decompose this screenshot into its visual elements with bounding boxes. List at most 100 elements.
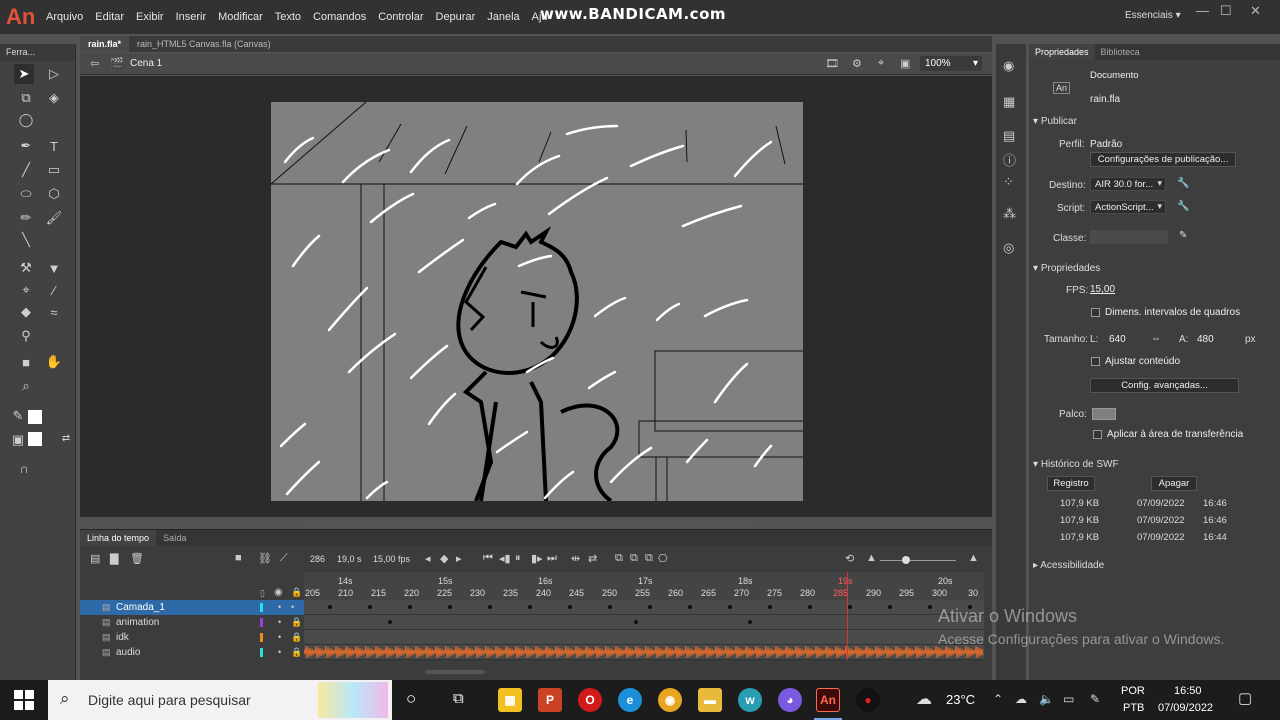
info-icon[interactable]: ⓘ: [1003, 150, 1016, 169]
chevron-up-icon[interactable]: ⌃: [993, 692, 1003, 706]
clear-button[interactable]: Apagar: [1151, 476, 1197, 491]
center-frame-icon[interactable]: ⇹: [571, 552, 580, 565]
rectangle-tool-icon[interactable]: ▭: [44, 160, 64, 180]
fps-value[interactable]: 15,00: [1090, 284, 1115, 295]
tab-rain-html5[interactable]: rain_HTML5 Canvas.fla (Canvas): [129, 36, 279, 52]
frame-row[interactable]: [304, 615, 984, 630]
oval-tool-icon[interactable]: ⬭: [16, 184, 36, 204]
keyframe[interactable]: [688, 605, 692, 609]
menu-janela[interactable]: Janela: [481, 0, 525, 34]
keyframe[interactable]: [488, 605, 492, 609]
clock-date[interactable]: 07/09/2022: [1158, 702, 1213, 714]
accessibility-section-title[interactable]: ▸ Acessibilidade: [1033, 560, 1104, 571]
keyframe[interactable]: [448, 605, 452, 609]
edit-multiple-icon[interactable]: ⧉: [645, 552, 653, 565]
publish-settings-button[interactable]: Configurações de publicação...: [1090, 152, 1236, 167]
zoom-out-icon[interactable]: ▲: [866, 552, 877, 564]
lasso-icon[interactable]: ◯: [16, 110, 36, 130]
keyframe[interactable]: [328, 605, 332, 609]
frame-grid[interactable]: [303, 600, 984, 660]
bandicam-record-icon[interactable]: ●: [856, 688, 880, 712]
maximize-icon[interactable]: ☐: [1220, 3, 1232, 19]
last-frame-icon[interactable]: ⏭: [547, 552, 557, 565]
zoom-select[interactable]: 100% ▾: [920, 56, 982, 71]
edit-symbol-icon[interactable]: ⚙: [852, 57, 862, 70]
pin-tool-icon[interactable]: ⚲: [16, 326, 36, 346]
stroke-color-swatch[interactable]: [28, 410, 42, 424]
powerpoint-icon[interactable]: P: [538, 688, 562, 712]
zoom-in-icon[interactable]: ▲: [968, 552, 979, 564]
cloud-sync-icon[interactable]: ☁: [1015, 692, 1027, 706]
layer-color[interactable]: [260, 603, 263, 612]
timeline-scrollbar[interactable]: [425, 670, 485, 674]
frame-row[interactable]: [304, 630, 984, 645]
tab-rain-fla[interactable]: rain.fla*: [80, 36, 130, 52]
stage-area[interactable]: [80, 76, 992, 517]
minimize-icon[interactable]: —: [1196, 3, 1209, 18]
fill-color-icon[interactable]: ▣: [8, 430, 28, 450]
keyframe[interactable]: [568, 605, 572, 609]
parenting-icon[interactable]: ⛓: [258, 552, 272, 565]
align-icon[interactable]: ▤: [1003, 128, 1015, 144]
discord-icon[interactable]: ◕: [778, 688, 802, 712]
keyframe[interactable]: [768, 605, 772, 609]
cortana-icon[interactable]: ○: [406, 689, 416, 709]
paint-bucket-icon[interactable]: ▼: [44, 258, 64, 278]
workspace-switcher[interactable]: Essenciais ▾: [1125, 10, 1181, 21]
lock-dot[interactable]: •: [291, 600, 294, 615]
target-select[interactable]: AIR 30.0 for... ▾: [1090, 177, 1166, 191]
volume-icon[interactable]: 🔈: [1039, 692, 1054, 706]
zoom-slider-track[interactable]: [880, 560, 956, 561]
pen-workspace-icon[interactable]: ✎: [1090, 692, 1100, 706]
wrench-icon[interactable]: 🔧: [1177, 201, 1189, 212]
lock-icon[interactable]: 🔒: [291, 630, 302, 645]
layer-color[interactable]: [260, 633, 263, 642]
windows-start-icon[interactable]: [14, 690, 34, 710]
edit-class-icon[interactable]: ✎: [1179, 230, 1187, 241]
selection-tool-icon[interactable]: ➤: [14, 64, 34, 84]
visibility-dot[interactable]: •: [278, 630, 281, 645]
menu-arquivo[interactable]: Arquivo: [40, 0, 89, 34]
refresh-icon[interactable]: ⟲: [845, 552, 854, 565]
stroke-color-icon[interactable]: ✎: [8, 406, 28, 426]
current-frame[interactable]: 286: [310, 554, 325, 564]
taskbar-search[interactable]: ⌕ Digite aqui para pesquisar: [48, 680, 392, 720]
layer-row[interactable]: ▤ Camada_1 • •: [80, 600, 304, 615]
keyframe[interactable]: [388, 620, 392, 624]
pencil-icon[interactable]: ✏: [16, 208, 36, 228]
layer-row[interactable]: ▤ animation • 🔒: [80, 615, 304, 630]
frame-row[interactable]: [304, 600, 984, 615]
sound-icon[interactable]: ◉: [1003, 58, 1014, 74]
keyframe[interactable]: [848, 605, 852, 609]
tab-output[interactable]: Saída: [156, 530, 194, 546]
first-frame-icon[interactable]: ⏮: [483, 552, 493, 565]
gradient-transform-icon[interactable]: ◈: [44, 88, 64, 108]
library-icon[interactable]: ▦: [1003, 94, 1015, 110]
keyframe[interactable]: [608, 605, 612, 609]
polystar-tool-icon[interactable]: ⬡: [44, 184, 64, 204]
zoom-slider-thumb[interactable]: [902, 556, 910, 564]
task-view-icon[interactable]: ⧉: [453, 690, 464, 707]
visibility-dot[interactable]: •: [278, 600, 281, 615]
keyframe[interactable]: [928, 605, 932, 609]
stage-horizontal-scrollbar[interactable]: [300, 521, 760, 526]
graph-icon[interactable]: ⟋: [280, 552, 288, 565]
width-tool-icon[interactable]: ≈: [44, 302, 64, 322]
delete-layer-icon[interactable]: 🗑: [130, 552, 144, 565]
keyframe[interactable]: [748, 620, 752, 624]
w-app-icon[interactable]: w: [738, 688, 762, 712]
keyboard-layout[interactable]: PTB: [1123, 702, 1144, 714]
step-forward-icon[interactable]: ▮▸: [531, 552, 543, 565]
keyframe[interactable]: [888, 605, 892, 609]
width-value[interactable]: 640: [1109, 334, 1126, 345]
menu-editar[interactable]: Editar: [89, 0, 130, 34]
next-keyframe-icon[interactable]: ▸: [456, 552, 462, 565]
lock-icon[interactable]: 🔒: [291, 645, 302, 660]
menu-comandos[interactable]: Comandos: [307, 0, 372, 34]
menu-exibir[interactable]: Exibir: [130, 0, 170, 34]
pen-icon[interactable]: ✒: [16, 136, 36, 156]
camera-toggle-icon[interactable]: ■: [235, 552, 242, 564]
snap-magnet-icon[interactable]: ∩: [14, 458, 34, 478]
network-icon[interactable]: ▭: [1063, 692, 1074, 706]
free-transform-icon[interactable]: ⧉: [16, 88, 36, 108]
